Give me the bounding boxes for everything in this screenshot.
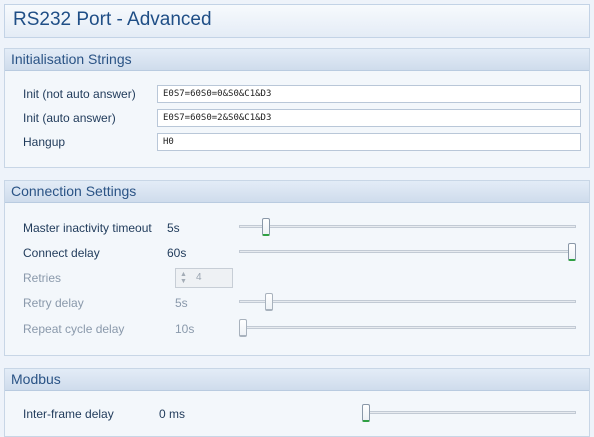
- connect-delay-slider[interactable]: [239, 250, 576, 253]
- connect-delay-slider-thumb[interactable]: [568, 243, 576, 261]
- page-title: RS232 Port - Advanced: [13, 9, 212, 30]
- retries-label: Retries: [23, 271, 62, 285]
- init-strings-title: Initialisation Strings: [11, 51, 132, 67]
- init-strings-header: Initialisation Strings: [5, 49, 589, 71]
- inter-frame-delay-slider[interactable]: [362, 411, 576, 414]
- init-not-auto-answer-label: Init (not auto answer): [23, 87, 136, 101]
- retry-delay-slider-thumb[interactable]: [265, 293, 274, 311]
- hangup-label: Hangup: [23, 135, 66, 149]
- connection-settings-panel: Connection Settings Master inactivity ti…: [4, 180, 590, 356]
- inter-frame-delay-label: Inter-frame delay: [23, 407, 114, 421]
- modbus-header: Modbus: [5, 369, 589, 391]
- init-auto-answer-label: Init (auto answer): [23, 111, 116, 125]
- master-inactivity-timeout-slider-thumb[interactable]: [262, 218, 271, 236]
- modbus-title: Modbus: [11, 371, 61, 387]
- repeat-cycle-delay-label: Repeat cycle delay: [23, 322, 125, 336]
- page-header: RS232 Port - Advanced: [4, 4, 590, 38]
- master-inactivity-timeout-slider[interactable]: [239, 225, 576, 228]
- spinner-arrows-icon[interactable]: ▲ ▼: [180, 271, 187, 285]
- hangup-field[interactable]: H0: [157, 133, 581, 151]
- connection-settings-title: Connection Settings: [11, 183, 137, 199]
- repeat-cycle-delay-value: 10s: [175, 322, 195, 336]
- retry-delay-label: Retry delay: [23, 296, 84, 310]
- master-inactivity-timeout-value: 5s: [167, 221, 180, 235]
- repeat-cycle-delay-slider[interactable]: [239, 326, 576, 329]
- retries-spinner[interactable]: ▲ ▼ 4: [175, 268, 233, 288]
- inter-frame-delay-slider-thumb[interactable]: [362, 404, 370, 422]
- retry-delay-value: 5s: [175, 296, 188, 310]
- retry-delay-slider[interactable]: [239, 300, 576, 303]
- modbus-panel: Modbus Inter-frame delay 0 ms: [4, 368, 590, 437]
- connect-delay-value: 60s: [167, 246, 187, 260]
- init-auto-answer-field[interactable]: E0S7=60S0=2&S0&C1&D3: [157, 109, 581, 127]
- connect-delay-label: Connect delay: [23, 246, 100, 260]
- init-strings-panel: Initialisation Strings Init (not auto an…: [4, 48, 590, 168]
- connection-settings-header: Connection Settings: [5, 181, 589, 203]
- retries-value: 4: [196, 272, 202, 283]
- init-not-auto-answer-field[interactable]: E0S7=60S0=0&S0&C1&D3: [157, 85, 581, 103]
- master-inactivity-timeout-label: Master inactivity timeout: [23, 221, 152, 235]
- inter-frame-delay-value: 0 ms: [159, 407, 186, 421]
- repeat-cycle-delay-slider-thumb[interactable]: [239, 319, 247, 337]
